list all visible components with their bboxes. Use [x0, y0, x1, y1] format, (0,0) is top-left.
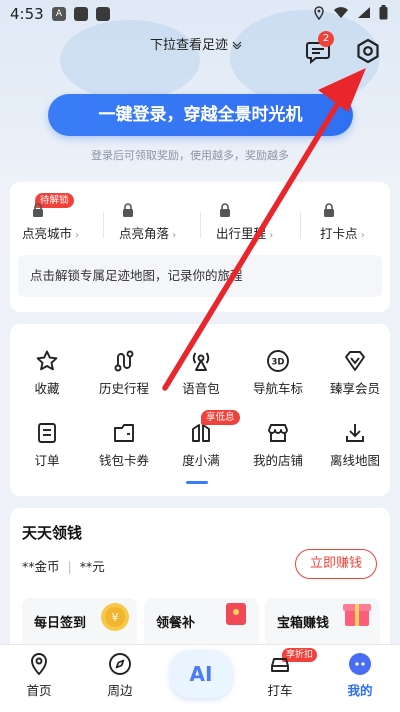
unlock-item-label: 点亮城市 — [22, 226, 73, 241]
nav-taxi[interactable]: 打车 — [250, 652, 310, 699]
coin-balance: **金币 — [22, 559, 60, 574]
lock-icon — [220, 203, 230, 217]
tool-label: 离线地图 — [329, 453, 380, 468]
chevron-down-icon — [232, 41, 242, 50]
pull-hint-text: 下拉查看足迹 — [150, 38, 229, 53]
nav-home[interactable]: 首页 — [9, 652, 69, 699]
status-time: 4:53 — [10, 5, 44, 23]
ai-assistant-button[interactable]: AI — [170, 650, 232, 698]
chevron-right-icon: › — [169, 230, 177, 241]
tool-label: 历史行程 — [98, 381, 149, 396]
task-title: 宝箱赚钱 — [277, 616, 330, 631]
notification-icon: A — [52, 7, 66, 21]
login-subtitle: 登录后可领取奖励，使用越多，奖励越多 — [91, 149, 289, 162]
shop-icon — [268, 424, 288, 442]
nav-nearby[interactable]: 周边 — [90, 652, 150, 699]
car-icon — [271, 658, 289, 672]
map-decoration — [60, 20, 200, 100]
star-icon — [36, 350, 58, 371]
lock-icon — [324, 203, 334, 217]
tool-nav-car-icon[interactable]: 3D 导航车标 — [241, 349, 315, 397]
tool-wallet-coupons[interactable]: 钱包卡券 — [87, 421, 161, 469]
svg-text:¥: ¥ — [112, 611, 119, 624]
route-icon — [114, 350, 134, 372]
tool-vip-member[interactable]: 臻享会员 — [318, 349, 392, 397]
status-bar: 4:53 A — [0, 0, 400, 30]
settings-icon[interactable] — [355, 38, 381, 64]
unlock-mileage-item[interactable]: 出行里程 › — [216, 223, 273, 242]
divider — [200, 212, 201, 238]
cash-balance: **元 — [79, 559, 105, 574]
lock-icon — [123, 203, 133, 217]
diamond-icon — [345, 351, 365, 371]
message-badge: 2 — [318, 31, 334, 47]
tool-label: 导航车标 — [252, 381, 303, 396]
location-pin-icon — [31, 653, 47, 676]
unlock-footprint-map-banner[interactable]: 点击解锁专属足迹地图，记录你的旅程 — [18, 255, 382, 297]
red-envelope-icon — [226, 603, 246, 625]
divider — [300, 212, 301, 238]
tool-label: 钱包卡券 — [98, 453, 149, 468]
signal-icon — [358, 7, 370, 18]
earn-title: 天天领钱 — [22, 524, 83, 542]
nav-mine[interactable]: 我的 — [330, 652, 390, 699]
battery-icon — [379, 5, 388, 20]
tool-label: 我的店铺 — [252, 453, 303, 468]
tool-offline-map[interactable]: 离线地图 — [318, 421, 392, 469]
nav-label: 首页 — [26, 683, 52, 698]
unlock-corner-item[interactable]: 点亮角落 › — [119, 223, 176, 242]
compass-icon — [109, 653, 131, 675]
nav-label: 打车 — [267, 683, 293, 698]
tool-favorites[interactable]: 收藏 — [10, 349, 84, 397]
task-title: 领餐补 — [156, 616, 196, 631]
tool-orders[interactable]: 订单 — [10, 421, 84, 469]
tool-history-trips[interactable]: 历史行程 — [87, 349, 161, 397]
location-icon — [314, 5, 324, 20]
tool-label: 订单 — [34, 453, 60, 468]
voice-icon — [192, 352, 210, 371]
profile-icon — [349, 653, 371, 675]
tool-label: 臻享会员 — [329, 381, 380, 396]
unlock-checkin-item[interactable]: 打卡点 › — [320, 223, 365, 242]
svg-text:3D: 3D — [272, 358, 285, 368]
balance-separator: | — [67, 559, 72, 574]
status-icons — [313, 5, 388, 20]
nav-label: 我的 — [347, 683, 373, 698]
divider — [103, 212, 104, 238]
unlock-item-label: 出行里程 — [216, 226, 267, 241]
chevron-right-icon: › — [72, 230, 80, 241]
notification-icon — [74, 7, 88, 21]
tool-my-shop[interactable]: 我的店铺 — [241, 421, 315, 469]
gift-box-icon — [343, 604, 371, 626]
chevron-right-icon: › — [357, 230, 365, 241]
task-title: 每日签到 — [34, 616, 87, 631]
unlock-item-label: 打卡点 — [320, 226, 358, 241]
car-3d-icon: 3D — [267, 350, 289, 372]
one-click-login-button[interactable]: 一键登录，穿越全景时光机 — [48, 94, 353, 136]
earn-balance: **金币 | **元 — [22, 556, 105, 575]
earn-now-button[interactable]: 立即赚钱 — [295, 549, 377, 579]
wifi-icon — [334, 7, 348, 18]
tool-label: 收藏 — [34, 381, 60, 396]
wallet-icon — [114, 424, 134, 442]
tool-label: 度小满 — [182, 453, 220, 468]
tool-duxiaoman[interactable]: 度小满 — [164, 421, 238, 469]
notification-icon — [96, 7, 110, 21]
download-icon — [346, 424, 364, 442]
pull-footprint-hint[interactable]: 下拉查看足迹 — [150, 34, 242, 53]
order-icon — [38, 423, 56, 443]
low-interest-badge: 享低息 — [201, 410, 240, 425]
unlock-city-item[interactable]: 点亮城市 › — [22, 223, 79, 242]
tool-voice-pack[interactable]: 语音包 — [164, 349, 238, 397]
chevron-right-icon: › — [266, 230, 274, 241]
nav-label: 周边 — [107, 683, 133, 698]
unlock-item-label: 点亮角落 — [119, 226, 170, 241]
coin-icon: ¥ — [101, 603, 129, 631]
page-indicator — [186, 481, 208, 484]
lock-icon — [33, 203, 43, 217]
tool-label: 语音包 — [182, 381, 220, 396]
